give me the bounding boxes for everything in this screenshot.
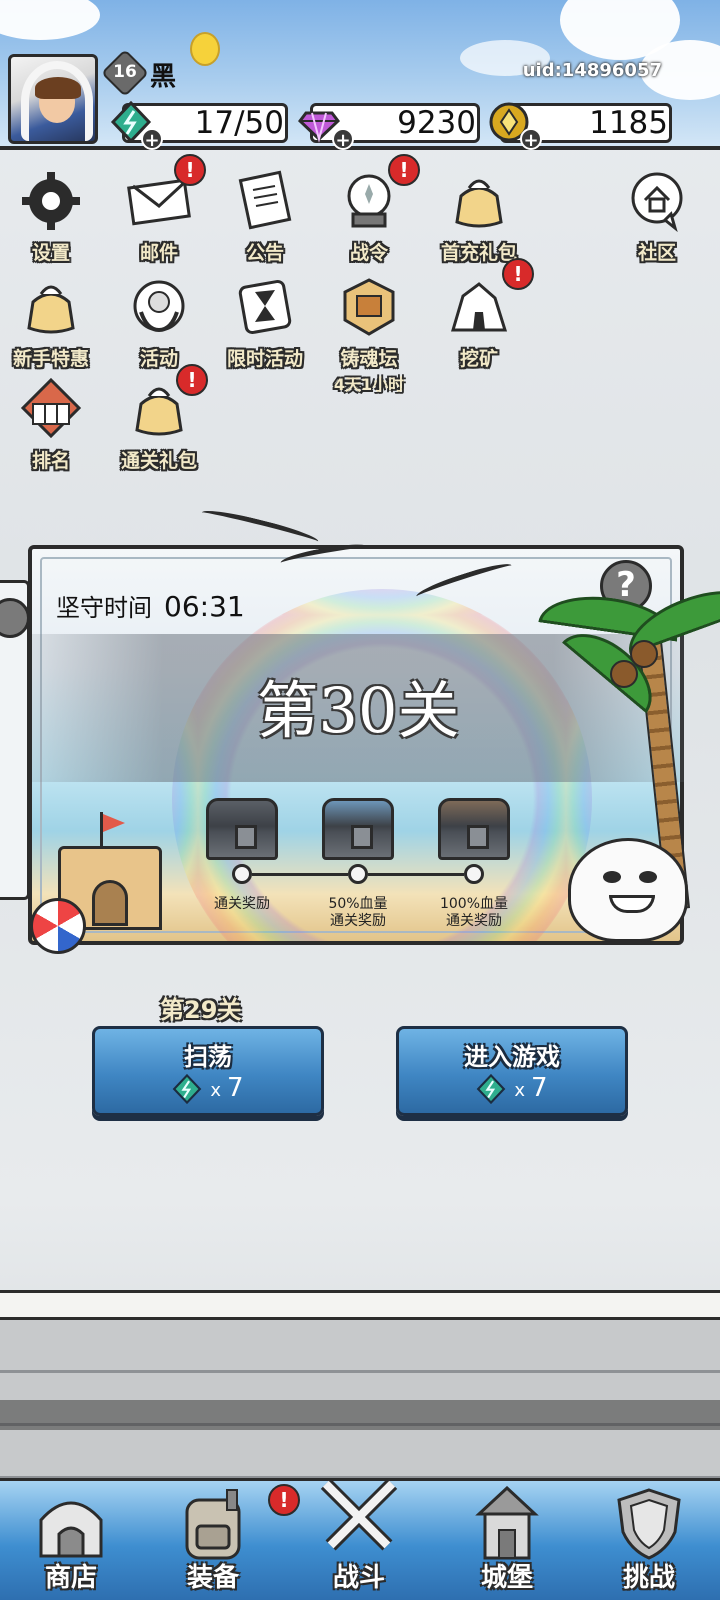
altar-icon bbox=[343, 278, 395, 336]
battle-pass-alert-badge: ! bbox=[388, 154, 420, 186]
podium-icon bbox=[20, 377, 82, 439]
player-avatar[interactable] bbox=[8, 54, 98, 144]
player-level: 16 bbox=[113, 62, 137, 82]
mail-alert-badge: ! bbox=[174, 154, 206, 186]
coconut-decoration bbox=[610, 660, 638, 688]
community-menu-item[interactable]: 社区 bbox=[602, 170, 712, 265]
gift-bag-icon bbox=[455, 179, 503, 228]
nav-shop[interactable]: 商店 bbox=[6, 1478, 136, 1600]
reward-label-3: 100%血量 通关奖励 bbox=[439, 896, 509, 929]
seagull-decoration bbox=[200, 505, 320, 549]
gift-bag-icon bbox=[27, 285, 75, 334]
cloud-decoration bbox=[0, 0, 100, 40]
reward-label-1: 通关奖励 bbox=[214, 896, 270, 912]
sweep-button[interactable]: 扫荡 x7 bbox=[92, 1026, 324, 1116]
mail-label: 邮件 bbox=[139, 242, 178, 264]
wall-shadow bbox=[0, 1400, 720, 1430]
mining-menu-item[interactable]: ! 挖矿 bbox=[424, 258, 534, 371]
gold-value: 1185 bbox=[589, 105, 668, 141]
clear-pack-alert-badge: ! bbox=[176, 364, 208, 396]
guard-time-value: 06:31 bbox=[164, 590, 245, 623]
player-name: 黑 bbox=[150, 62, 177, 92]
flag-decoration bbox=[103, 814, 125, 832]
clear-pack-menu-item[interactable]: ! 通关礼包 bbox=[104, 364, 214, 473]
add-energy-button[interactable]: + bbox=[141, 128, 163, 151]
nav-equipment[interactable]: 装备 bbox=[148, 1478, 278, 1600]
player-uid: uid:14896057 bbox=[522, 60, 662, 81]
energy-value: 17/50 bbox=[194, 105, 284, 141]
mine-rock-icon bbox=[450, 282, 508, 332]
mining-alert-badge: ! bbox=[502, 258, 534, 290]
nav-castle-label: 城堡 bbox=[480, 1563, 533, 1593]
nav-shop-label: 商店 bbox=[44, 1563, 97, 1593]
nav-castle[interactable]: 城堡 bbox=[442, 1478, 572, 1600]
clear-pack-label: 通关礼包 bbox=[120, 450, 197, 472]
reward-progress-node bbox=[464, 864, 484, 884]
notice-label: 公告 bbox=[245, 242, 284, 264]
reward-label-2: 50%血量 通关奖励 bbox=[328, 896, 388, 929]
stage-monster bbox=[568, 838, 688, 942]
limited-event-menu-item[interactable]: 限时活动 bbox=[210, 276, 320, 371]
guard-time-label: 坚守时间 bbox=[56, 594, 152, 622]
castle-tower-icon bbox=[475, 1486, 539, 1560]
nav-challenge-label: 挑战 bbox=[622, 1563, 675, 1593]
enter-game-button[interactable]: 进入游戏 x7 bbox=[396, 1026, 628, 1116]
battle-pass-label: 战令 bbox=[349, 242, 388, 264]
previous-stage-label: 第29关 bbox=[160, 996, 242, 1024]
nav-equipment-label: 装备 bbox=[186, 1563, 239, 1593]
soul-altar-label: 铸魂坛 bbox=[340, 348, 398, 370]
reward-progress-node bbox=[348, 864, 368, 884]
events-menu-item[interactable]: 活动 bbox=[104, 276, 214, 371]
ranking-label: 排名 bbox=[31, 450, 70, 472]
enter-game-cost: x7 bbox=[399, 1073, 625, 1104]
nav-challenge[interactable]: 挑战 bbox=[584, 1478, 714, 1600]
newbie-deal-menu-item[interactable]: 新手特惠 bbox=[0, 276, 106, 371]
nav-battle[interactable]: 战斗 bbox=[294, 1478, 424, 1600]
soul-altar-menu-item[interactable]: 铸魂坛 4天1小时 bbox=[314, 276, 424, 395]
ranking-menu-item[interactable]: 排名 bbox=[0, 377, 106, 473]
hourglass-icon bbox=[238, 279, 292, 335]
mining-label: 挖矿 bbox=[459, 348, 498, 370]
sun-decoration bbox=[190, 32, 220, 66]
gem-value: 9230 bbox=[397, 105, 476, 141]
reward-progress-line bbox=[252, 873, 348, 876]
newbie-deal-label: 新手特惠 bbox=[12, 348, 89, 370]
reward-chest-3[interactable] bbox=[438, 798, 510, 860]
stage-title: 第30关 bbox=[256, 674, 460, 747]
sandcastle-door-decoration bbox=[92, 880, 128, 926]
add-gold-button[interactable]: + bbox=[520, 128, 542, 151]
energy-gem-icon bbox=[477, 1073, 506, 1104]
sweep-cost: x7 bbox=[95, 1073, 321, 1104]
sweep-button-label: 扫荡 bbox=[184, 1043, 232, 1071]
reward-progress-line bbox=[368, 873, 464, 876]
mail-menu-item[interactable]: ! 邮件 bbox=[104, 154, 214, 265]
scroll-icon bbox=[238, 170, 292, 230]
guard-time: 坚守时间 06:31 bbox=[56, 588, 245, 623]
shield-icon bbox=[617, 1488, 681, 1560]
reward-chest-2[interactable] bbox=[322, 798, 394, 860]
notice-menu-item[interactable]: 公告 bbox=[210, 170, 320, 265]
backpack-icon bbox=[185, 1489, 241, 1560]
reward-progress-node bbox=[232, 864, 252, 884]
laurel-badge-icon bbox=[133, 280, 185, 333]
crossed-swords-icon bbox=[320, 1478, 398, 1551]
nav-battle-label: 战斗 bbox=[332, 1563, 385, 1593]
battle-pass-menu-item[interactable]: ! 战令 bbox=[314, 154, 424, 265]
enter-game-button-label: 进入游戏 bbox=[464, 1043, 560, 1071]
shop-hut-icon bbox=[39, 1501, 103, 1558]
limited-event-label: 限时活动 bbox=[226, 348, 303, 370]
energy-gem-icon bbox=[173, 1073, 202, 1104]
settings-label: 设置 bbox=[31, 242, 70, 264]
beach-ball-decoration bbox=[30, 898, 86, 954]
home-bubble-icon bbox=[631, 172, 683, 233]
first-recharge-menu-item[interactable]: 首充礼包 bbox=[424, 170, 534, 265]
settings-menu-item[interactable]: 设置 bbox=[0, 170, 106, 265]
soul-altar-timer: 4天1小时 bbox=[333, 375, 405, 394]
community-label: 社区 bbox=[637, 242, 676, 264]
stone-ledge bbox=[0, 1290, 720, 1320]
reward-chest-1[interactable] bbox=[206, 798, 278, 860]
add-gems-button[interactable]: + bbox=[332, 128, 354, 151]
gear-icon bbox=[22, 172, 80, 230]
